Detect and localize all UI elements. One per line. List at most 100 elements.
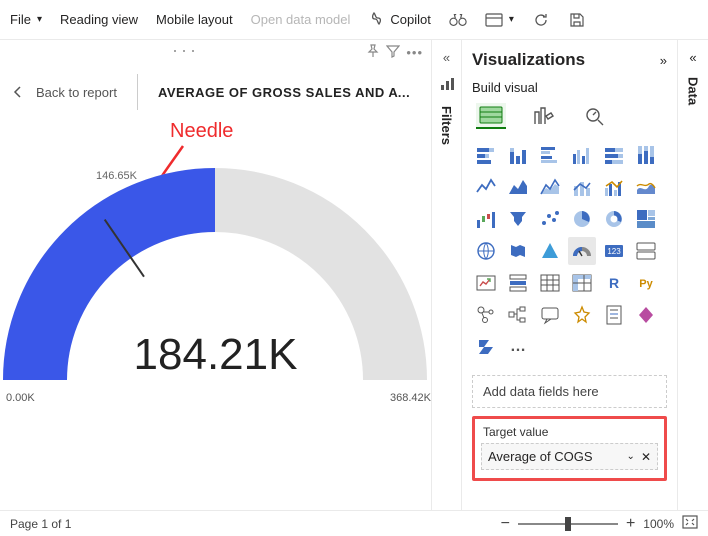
viz-map[interactable] <box>472 237 500 265</box>
find-button[interactable] <box>449 11 467 29</box>
tab-build-visual[interactable] <box>476 103 506 129</box>
status-bar: Page 1 of 1 − + 100% <box>0 510 708 536</box>
viz-table[interactable] <box>536 269 564 297</box>
viz-kpi[interactable] <box>472 269 500 297</box>
viz-pie[interactable] <box>568 205 596 233</box>
viz-filled-map[interactable] <box>504 237 532 265</box>
visualizations-title: Visualizations <box>472 50 585 70</box>
viz-line-clustered-column[interactable] <box>600 173 628 201</box>
tab-analytics[interactable] <box>580 103 610 129</box>
viz-100-stacked-bar[interactable] <box>600 141 628 169</box>
viz-paginated-report[interactable] <box>600 301 628 329</box>
viz-waterfall[interactable] <box>472 205 500 233</box>
viz-line-stacked-column[interactable] <box>568 173 596 201</box>
page-indicator: Page 1 of 1 <box>10 517 71 531</box>
viz-clustered-column[interactable] <box>568 141 596 169</box>
viz-gauge[interactable] <box>568 237 596 265</box>
reading-view-button[interactable]: Reading view <box>60 12 138 27</box>
expand-data-icon[interactable]: « <box>689 50 696 65</box>
viz-treemap[interactable] <box>632 205 660 233</box>
zoom-out-button[interactable]: − <box>501 515 510 533</box>
back-to-report-button[interactable]: Back to report <box>12 85 117 100</box>
viz-decomposition-tree[interactable] <box>504 301 532 329</box>
zoom-slider[interactable] <box>518 523 618 525</box>
viz-azure-map[interactable] <box>536 237 564 265</box>
report-canvas: ••• Back to report AVERAGE OF GROSS SALE… <box>0 40 432 510</box>
viz-funnel[interactable] <box>504 205 532 233</box>
viz-scatter[interactable] <box>536 205 564 233</box>
viz-qa[interactable] <box>536 301 564 329</box>
data-pane-collapsed[interactable]: « Data <box>678 40 708 510</box>
gauge-min-label: 0.00K <box>6 392 35 404</box>
copilot-label: Copilot <box>390 12 430 27</box>
refresh-button[interactable] <box>532 11 550 29</box>
zoom-in-button[interactable]: + <box>626 515 635 533</box>
target-value-section-highlight: Target value Average of COGS ⌄ ✕ <box>472 416 667 481</box>
chevron-down-icon: ▾ <box>509 14 514 25</box>
visual-title: AVERAGE OF GROSS SALES AND AVERAG… <box>158 85 419 100</box>
viz-donut[interactable] <box>600 205 628 233</box>
bar-chart-icon[interactable] <box>440 77 454 94</box>
refresh-icon <box>532 11 550 29</box>
viz-power-apps[interactable] <box>632 301 660 329</box>
viz-slicer[interactable] <box>504 269 532 297</box>
top-toolbar: File ▾ Reading view Mobile layout Open d… <box>0 0 708 40</box>
viz-line[interactable] <box>472 173 500 201</box>
viz-area[interactable] <box>504 173 532 201</box>
chevron-down-icon[interactable]: ⌄ <box>627 451 635 462</box>
open-data-model-button: Open data model <box>251 12 351 27</box>
viz-py-visual[interactable]: Py <box>632 269 660 297</box>
mobile-layout-button[interactable]: Mobile layout <box>156 12 233 27</box>
remove-field-icon[interactable]: ✕ <box>641 450 651 464</box>
viz-multi-row-card[interactable] <box>632 237 660 265</box>
svg-text:Py: Py <box>639 278 653 290</box>
viz-ribbon[interactable] <box>632 173 660 201</box>
save-button[interactable] <box>568 11 586 29</box>
fit-to-page-icon[interactable] <box>682 515 698 532</box>
build-visual-label: Build visual <box>472 80 667 95</box>
viz-key-influencers[interactable] <box>472 301 500 329</box>
gauge-value: 184.21K <box>0 330 431 380</box>
view-dropdown[interactable]: ▾ <box>485 11 514 29</box>
copilot-icon <box>368 11 386 29</box>
viz-card[interactable]: 123 <box>600 237 628 265</box>
zoom-level: 100% <box>643 517 674 531</box>
viz-stacked-bar[interactable] <box>472 141 500 169</box>
filters-pane-collapsed[interactable]: « Filters <box>432 40 462 510</box>
more-label: … <box>510 338 526 356</box>
gauge-visual[interactable]: Needle 146.65K 184.21K 0.00K 368.42K <box>0 120 431 510</box>
target-value-label: Target value <box>481 425 658 439</box>
copilot-button[interactable]: Copilot <box>368 11 430 29</box>
zoom-controls: − + 100% <box>501 515 698 533</box>
pin-icon[interactable] <box>366 44 380 61</box>
viz-smart-narrative[interactable] <box>568 301 596 329</box>
svg-text:123: 123 <box>607 247 621 256</box>
expand-viz-icon[interactable]: » <box>660 53 667 68</box>
viz-matrix[interactable] <box>568 269 596 297</box>
chevron-down-icon: ▾ <box>37 14 42 25</box>
visualization-gallery: 123 R Py … <box>472 141 667 361</box>
save-icon <box>568 11 586 29</box>
viz-clustered-bar[interactable] <box>536 141 564 169</box>
target-field-name: Average of COGS <box>488 449 593 464</box>
data-label: Data <box>686 77 701 105</box>
separator <box>137 74 138 110</box>
file-label: File <box>10 12 31 27</box>
viz-100-stacked-column[interactable] <box>632 141 660 169</box>
viz-power-automate[interactable] <box>472 333 500 361</box>
more-options-icon[interactable]: ••• <box>406 45 423 60</box>
expand-filters-icon[interactable]: « <box>443 50 450 65</box>
tab-format-visual[interactable] <box>528 103 558 129</box>
target-value-field[interactable]: Average of COGS ⌄ ✕ <box>481 443 658 470</box>
viz-r-visual[interactable]: R <box>600 269 628 297</box>
values-well[interactable]: Add data fields here <box>472 375 667 408</box>
layout-icon <box>485 11 503 29</box>
filters-label: Filters <box>439 106 454 145</box>
viz-stacked-area[interactable] <box>536 173 564 201</box>
viz-get-more[interactable]: … <box>504 333 532 361</box>
filter-icon[interactable] <box>386 44 400 61</box>
file-menu[interactable]: File ▾ <box>10 12 42 27</box>
viz-stacked-column[interactable] <box>504 141 532 169</box>
back-label: Back to report <box>36 85 117 100</box>
drag-grip-icon[interactable] <box>174 50 194 54</box>
